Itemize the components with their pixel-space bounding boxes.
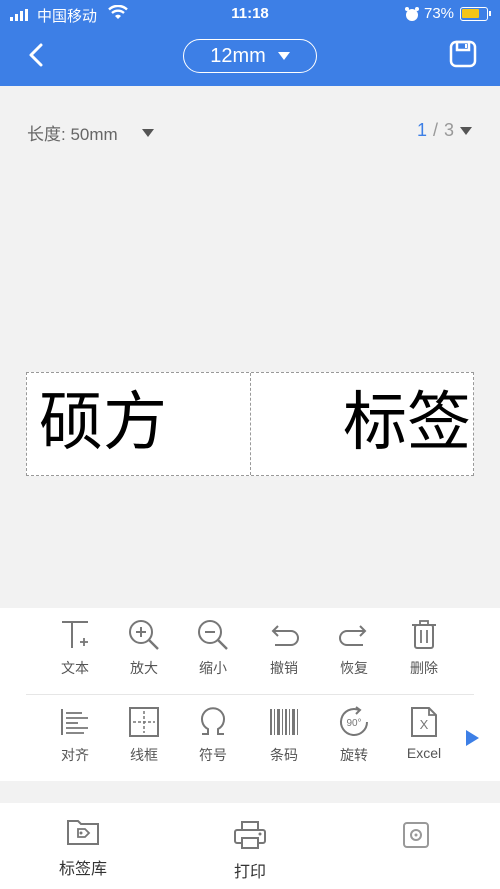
zoom-out-label: 缩小 [199,660,227,676]
frame-label: 线框 [130,747,158,763]
page-separator: / [432,120,438,140]
text-tool-label: 文本 [61,660,89,676]
label-library-icon [67,820,99,845]
undo-label: 撤销 [270,660,298,676]
label-segment-divider [250,373,251,475]
tape-size-select[interactable]: 12mm [183,39,317,73]
status-bar: 中国移动 11:18 73% [0,0,500,30]
delete-icon [412,620,436,649]
symbol-button[interactable]: 符号 [183,705,243,765]
nav-print-label: 打印 [233,864,266,881]
rotate-badge: 90° [346,718,361,729]
redo-icon [339,625,367,646]
rotate-label: 旋转 [340,747,368,763]
battery-percent: 73% [424,5,455,22]
barcode-label: 条码 [270,747,298,763]
symbol-icon [201,707,225,735]
redo-label: 恢复 [340,660,368,676]
align-icon [61,709,88,735]
bottom-nav: 标签库 打印 [0,803,500,889]
chevron-down-icon [277,52,290,60]
rotate-button[interactable]: 90° 旋转 [324,705,384,765]
back-chevron-icon[interactable] [22,40,52,70]
label-text-left[interactable]: 硕方 [39,387,167,459]
chevron-down-icon [141,128,154,137]
label-text-right[interactable]: 标签 [343,387,471,459]
redo-button[interactable]: 恢复 [324,618,384,678]
zoom-in-button[interactable]: 放大 [114,618,174,678]
rotate-icon: 90° [340,706,368,736]
tape-size-value: 12mm [210,44,266,67]
undo-icon [271,625,299,646]
delete-label: 删除 [410,660,438,676]
excel-import-button[interactable]: X Excel [394,705,454,761]
label-length: 长度: 50mm [27,125,118,144]
length-select[interactable]: 长度: 50mm [27,120,154,145]
barcode-icon [270,709,298,735]
align-button[interactable]: 对齐 [45,705,105,765]
top-bar: 中国移动 11:18 73% 12mm [0,0,500,86]
zoom-in-icon [129,620,159,650]
toolbar-divider [26,694,474,695]
excel-label: Excel [406,745,442,761]
zoom-in-label: 放大 [130,660,158,676]
symbol-label: 符号 [199,747,227,763]
delete-button[interactable]: 删除 [394,618,454,678]
frame-button[interactable]: 线框 [114,705,174,765]
chevron-down-icon [460,126,472,135]
edit-toolbar: 文本 放大 缩小 撤销 恢复 删除 对齐 线框 符号 条码 90° 旋转 X E… [0,608,500,781]
nav-print[interactable]: 打印 [200,820,300,882]
nav-settings[interactable] [366,820,466,858]
battery-icon [460,7,491,21]
nav-label-library[interactable]: 标签库 [33,815,133,879]
zoom-out-button[interactable]: 缩小 [183,618,243,678]
frame-icon [129,707,159,737]
label-canvas[interactable]: 硕方 标签 [26,372,474,476]
barcode-button[interactable]: 条码 [254,705,314,765]
text-icon [62,621,88,648]
settings-icon [403,822,429,848]
printer-icon [234,821,266,849]
nav-label-library-label: 标签库 [58,861,107,878]
save-icon[interactable] [448,39,478,69]
page-selector[interactable]: 1 / 3 [417,120,472,141]
undo-button[interactable]: 撤销 [254,618,314,678]
alarm-icon [405,7,419,21]
zoom-out-icon [198,620,228,650]
excel-badge: X [420,717,429,732]
toolbar-next-icon[interactable] [466,730,479,746]
excel-icon: X [411,707,437,737]
page-total: 3 [443,120,454,140]
text-tool-button[interactable]: 文本 [45,618,105,678]
align-label: 对齐 [61,747,89,763]
page-current: 1 [416,120,427,140]
